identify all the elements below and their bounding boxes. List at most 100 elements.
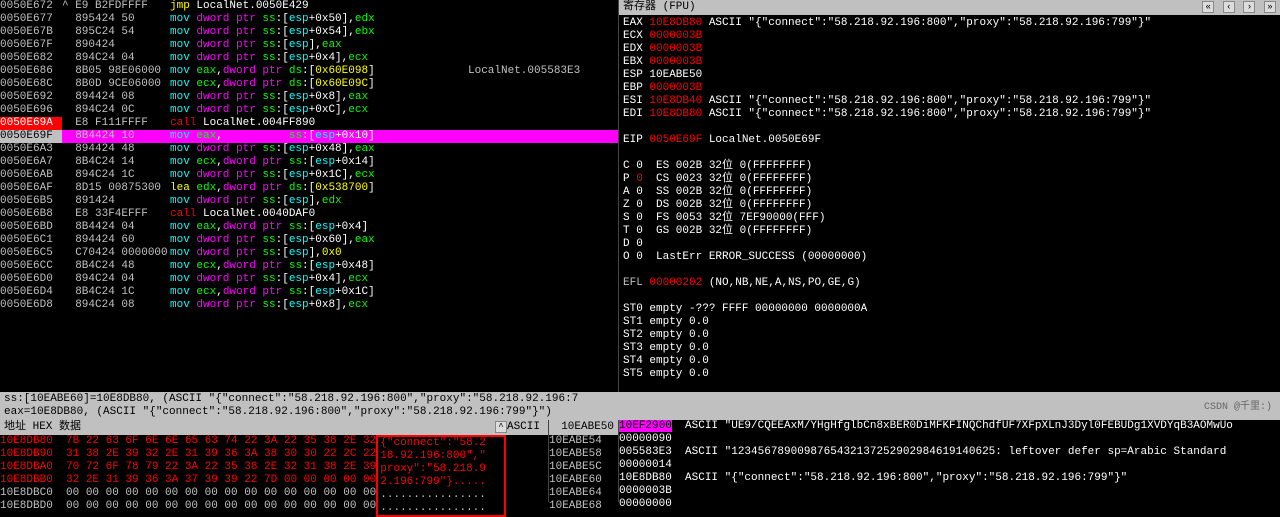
memory-row[interactable]: 00000014: [619, 459, 1280, 472]
memory-panel[interactable]: 10EF2900 ASCII "UE9/CQEEAxM/YHgHfglbCn8x…: [618, 420, 1280, 502]
register-line[interactable]: EAX 10E8DB80 ASCII "{"connect":"58.218.9…: [623, 17, 1276, 30]
disasm-row[interactable]: 0050E6C5 C70424 0000000mov dword ptr ss:…: [0, 247, 618, 260]
address: 0050E682: [0, 52, 62, 65]
comment: [468, 78, 618, 91]
instruction: mov ecx,dword ptr ss:[esp+0x14]: [170, 156, 468, 169]
comment: [468, 169, 618, 182]
nav-prev-button[interactable]: ‹: [1223, 1, 1235, 13]
hex-row[interactable]: 10E8DBB0 32 2E 31 39 36 3A 37 39 39 22 7…: [0, 474, 376, 487]
stack-row[interactable]: 10EABE54: [549, 435, 618, 448]
hex-dump-panel[interactable]: 地址 HEX 数据 ASCII ^ 10E8DB80 7B 22 63 6F 6…: [0, 420, 548, 502]
disasm-row[interactable]: 0050E6AB 894C24 1Cmov dword ptr ss:[esp+…: [0, 169, 618, 182]
stack-panel[interactable]: 10EABE50 10EABE5410EABE5810EABE5C10EABE6…: [548, 420, 618, 502]
bytes: 894C24 04: [62, 273, 170, 286]
hex-nav-button[interactable]: ^: [495, 421, 507, 433]
bytes: 895424 50: [62, 13, 170, 26]
register-line[interactable]: EBP 0000003B: [623, 82, 1276, 95]
bytes: 894C24 04: [62, 52, 170, 65]
nav-last-button[interactable]: »: [1264, 1, 1276, 13]
watermark: CSDN @千里:): [1204, 401, 1272, 414]
address: 0050E6D8: [0, 299, 62, 312]
disasm-row[interactable]: 0050E69F 8B4424 10mov eax,dword ptr ss:[…: [0, 130, 618, 143]
register-line[interactable]: EDI 10E8DB80 ASCII "{"connect":"58.218.9…: [623, 108, 1276, 121]
comment: [468, 26, 618, 39]
register-line[interactable]: ESP 10EABE50: [623, 69, 1276, 82]
disasm-row[interactable]: 0050E672^ E9 B2FDFFFFjmp LocalNet.0050E4…: [0, 0, 618, 13]
flag-line: O 0 LastErr ERROR_SUCCESS (00000000): [623, 251, 1276, 264]
address: 0050E69F: [0, 130, 62, 143]
disasm-row[interactable]: 0050E6C1 894424 60mov dword ptr ss:[esp+…: [0, 234, 618, 247]
register-line[interactable]: EBX 0000003B: [623, 56, 1276, 69]
status-bar: ss:[10EABE60]=10E8DB80, (ASCII "{"connec…: [0, 392, 1280, 420]
bytes: 8D15 00875300: [62, 182, 170, 195]
instruction: mov dword ptr ss:[esp],eax: [170, 39, 468, 52]
disasm-row[interactable]: 0050E6BD 8B4424 04mov eax,dword ptr ss:[…: [0, 221, 618, 234]
disasm-row[interactable]: 0050E6D0 894C24 04mov dword ptr ss:[esp+…: [0, 273, 618, 286]
disasm-row[interactable]: 0050E67F 890424mov dword ptr ss:[esp],ea…: [0, 39, 618, 52]
disasm-row[interactable]: 0050E6AF 8D15 00875300lea edx,dword ptr …: [0, 182, 618, 195]
registers-panel[interactable]: 寄存器 (FPU) « ‹ › » EAX 10E8DB80 ASCII "{"…: [618, 0, 1280, 392]
stack-row[interactable]: 10EABE64: [549, 487, 618, 500]
disasm-row[interactable]: 0050E677 895424 50mov dword ptr ss:[esp+…: [0, 13, 618, 26]
disasm-row[interactable]: 0050E682 894C24 04mov dword ptr ss:[esp+…: [0, 52, 618, 65]
bytes: 894424 08: [62, 91, 170, 104]
memory-row[interactable]: 005583E3 ASCII "123456789009876543213725…: [619, 446, 1280, 459]
disasm-row[interactable]: 0050E6D8 894C24 08mov dword ptr ss:[esp+…: [0, 299, 618, 312]
flag-line: T 0 GS 002B 32位 0(FFFFFFFF): [623, 225, 1276, 238]
address: 0050E6B5: [0, 195, 62, 208]
address: 0050E68C: [0, 78, 62, 91]
disasm-row[interactable]: 0050E69A E8 F111FFFFcall LocalNet.004FF8…: [0, 117, 618, 130]
address: 0050E69A: [0, 117, 62, 130]
memory-row[interactable]: 00000090: [619, 433, 1280, 446]
disassembly-panel[interactable]: 0050E672^ E9 B2FDFFFFjmp LocalNet.0050E4…: [0, 0, 618, 392]
disasm-row[interactable]: 0050E696 894C24 0Cmov dword ptr ss:[esp+…: [0, 104, 618, 117]
disasm-row[interactable]: 0050E68C 8B0D 9CE06000mov ecx,dword ptr …: [0, 78, 618, 91]
eip-line[interactable]: EIP 0050E69F LocalNet.0050E69F: [623, 134, 1276, 147]
memory-row[interactable]: 00000000: [619, 498, 1280, 511]
register-line[interactable]: ESI 10E8DB40 ASCII "{"connect":"58.218.9…: [623, 95, 1276, 108]
efl-line: EFL 00000202 (NO,NB,NE,A,NS,PO,GE,G): [623, 277, 1276, 290]
address: 0050E6CC: [0, 260, 62, 273]
instruction: lea edx,dword ptr ds:[0x538700]: [170, 182, 468, 195]
disasm-row[interactable]: 0050E6D4 8B4C24 1Cmov ecx,dword ptr ss:[…: [0, 286, 618, 299]
disasm-row[interactable]: 0050E6A3 894424 48mov dword ptr ss:[esp+…: [0, 143, 618, 156]
address: 0050E696: [0, 104, 62, 117]
stack-row[interactable]: 10EABE60: [549, 474, 618, 487]
bytes: 8B0D 9CE06000: [62, 78, 170, 91]
bytes: 894424 60: [62, 234, 170, 247]
memory-row[interactable]: 10EF2900 ASCII "UE9/CQEEAxM/YHgHfglbCn8x…: [619, 420, 1280, 433]
memory-row[interactable]: 0000003B: [619, 485, 1280, 498]
address: 0050E6D0: [0, 273, 62, 286]
disasm-row[interactable]: 0050E692 894424 08mov dword ptr ss:[esp+…: [0, 91, 618, 104]
comment: [468, 39, 618, 52]
disasm-row[interactable]: 0050E6B8 E8 33F4EFFFcall LocalNet.0040DA…: [0, 208, 618, 221]
hex-row[interactable]: 10E8DBA0 70 72 6F 78 79 22 3A 22 35 38 2…: [0, 461, 376, 474]
stack-row[interactable]: 10EABE58: [549, 448, 618, 461]
comment: [468, 260, 618, 273]
hex-row[interactable]: 10E8DBC0 00 00 00 00 00 00 00 00 00 00 0…: [0, 487, 376, 500]
bytes: 890424: [62, 39, 170, 52]
bytes: 8B4424 10: [62, 130, 170, 143]
address: 0050E67F: [0, 39, 62, 52]
nav-next-button[interactable]: ›: [1243, 1, 1255, 13]
hex-row[interactable]: 10E8DB90 31 38 2E 39 32 2E 31 39 36 3A 3…: [0, 448, 376, 461]
bytes: 891424: [62, 195, 170, 208]
address: 0050E692: [0, 91, 62, 104]
instruction: mov dword ptr ss:[esp+0x48],eax: [170, 143, 468, 156]
nav-first-button[interactable]: «: [1202, 1, 1214, 13]
register-line[interactable]: ECX 0000003B: [623, 30, 1276, 43]
disasm-row[interactable]: 0050E67B 895C24 54mov dword ptr ss:[esp+…: [0, 26, 618, 39]
disasm-row[interactable]: 0050E6B5 891424mov dword ptr ss:[esp],ed…: [0, 195, 618, 208]
register-line[interactable]: EDX 0000003B: [623, 43, 1276, 56]
stack-header: 10EABE50: [561, 421, 614, 433]
bytes: 8B4C24 1C: [62, 286, 170, 299]
stack-row[interactable]: 10EABE5C: [549, 461, 618, 474]
disasm-row[interactable]: 0050E6CC 8B4C24 48mov ecx,dword ptr ss:[…: [0, 260, 618, 273]
disasm-row[interactable]: 0050E6A7 8B4C24 14mov ecx,dword ptr ss:[…: [0, 156, 618, 169]
bytes: E8 33F4EFFF: [62, 208, 170, 221]
disasm-row[interactable]: 0050E686 8B05 98E06000mov eax,dword ptr …: [0, 65, 618, 78]
hex-row[interactable]: 10E8DB80 7B 22 63 6F 6E 6E 65 63 74 22 3…: [0, 435, 376, 448]
bytes: 8B4424 04: [62, 221, 170, 234]
memory-row[interactable]: 10E8DB80 ASCII "{"connect":"58.218.92.19…: [619, 472, 1280, 485]
flag-line: D 0: [623, 238, 1276, 251]
